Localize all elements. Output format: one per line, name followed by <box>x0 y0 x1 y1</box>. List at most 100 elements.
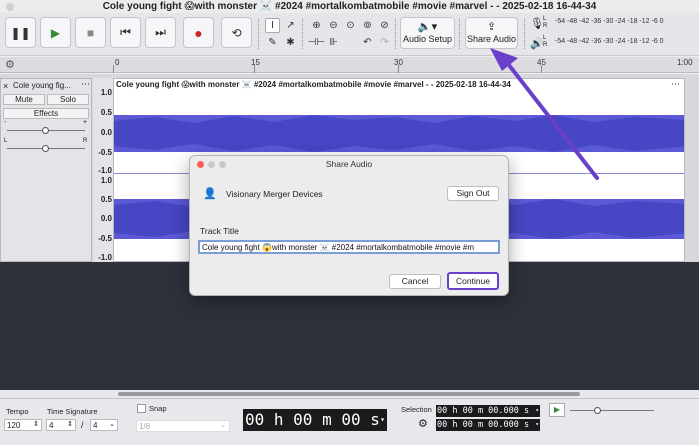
scrollbar-thumb[interactable] <box>118 392 580 396</box>
track-menu-icon[interactable]: ⋯ <box>81 79 90 90</box>
playback-speed-slider[interactable] <box>570 410 654 411</box>
skip-to-start-button[interactable]: ⏮ <box>110 17 141 48</box>
chevron-down-icon[interactable]: ▾ <box>380 409 385 431</box>
scale-label: 1.0 <box>100 88 112 97</box>
snap-value: 1/8 <box>139 422 151 431</box>
close-track-icon[interactable]: × <box>3 81 8 91</box>
play-button[interactable]: ▶ <box>40 17 71 48</box>
asterisk-icon: ✱ <box>286 37 295 48</box>
microphone-icon[interactable]: 🎙 <box>530 17 544 30</box>
track-name[interactable]: Cole young fig... <box>13 81 71 90</box>
track-control-panel: × Cole young fig... ⋯ Mute Solo Effects … <box>0 78 92 262</box>
tempo-input[interactable]: 120 ⇕ <box>4 419 42 431</box>
record-button[interactable]: ● <box>183 17 214 48</box>
pan-slider-knob[interactable] <box>42 145 49 152</box>
trim-icon: ⊣⊢ <box>307 37 326 48</box>
effects-button[interactable]: Effects <box>3 108 89 119</box>
trim-button[interactable]: ⊣⊢ <box>307 35 326 50</box>
zoom-toggle-icon: ⊘ <box>380 20 389 31</box>
play-icon: ▶ <box>553 405 561 414</box>
zoom-toggle-button[interactable]: ⊘ <box>377 18 392 33</box>
envelope-tool-button[interactable]: ↗ <box>283 18 298 33</box>
cancel-button[interactable]: Cancel <box>389 274 441 289</box>
play-at-speed-button[interactable]: ▶ <box>549 403 565 417</box>
gear-icon[interactable]: ⚙ <box>418 417 428 430</box>
selection-start-field[interactable]: 00 h 00 m 00.000 s ▾ <box>436 405 540 417</box>
playback-meter-scale[interactable]: -54 -48 -42 -36 -30 -24 -18 -12 -6 0 <box>555 38 664 45</box>
ruler-tick: 15 <box>251 58 260 67</box>
selection-toolbar: Tempo 120 ⇕ Time Signature 4 ⇕ / 4 ⌄ Sna… <box>0 398 699 445</box>
share-icon: ⇪ <box>486 21 497 33</box>
ruler-tick: 0 <box>115 58 120 67</box>
spinner-icon[interactable]: ⇕ <box>33 419 39 430</box>
time-display[interactable]: 00 h 00 m 00 s ▾ <box>243 409 387 431</box>
timeline-ruler[interactable]: ⚙ 0 15 30 45 1:00 <box>0 57 699 73</box>
undo-icon: ↶ <box>363 37 372 48</box>
gain-plus-label: + <box>83 119 88 126</box>
pause-button[interactable]: ❚❚ <box>5 17 36 48</box>
gear-icon[interactable]: ⚙ <box>5 58 15 71</box>
mute-button[interactable]: Mute <box>3 94 45 105</box>
share-audio-dialog: Share Audio 👤 Visionary Merger Devices S… <box>189 155 509 296</box>
redo-button[interactable]: ↷ <box>377 35 392 50</box>
horizontal-scrollbar[interactable] <box>0 390 699 398</box>
window-close-button[interactable] <box>6 3 14 11</box>
time-signature-numerator-value: 4 <box>49 421 54 430</box>
clip-name[interactable]: Cole young fight 😱with monster ☠️ #2024 … <box>116 80 511 89</box>
share-audio-button[interactable]: ⇪ Share Audio <box>465 17 518 49</box>
continue-button[interactable]: Continue <box>447 272 499 290</box>
silence-button[interactable]: ⊪ <box>326 35 341 50</box>
chevron-down-icon[interactable]: ⌄ <box>220 420 226 431</box>
skip-to-end-button[interactable]: ⏭ <box>145 17 176 48</box>
loop-icon: ⟲ <box>231 25 242 40</box>
pencil-icon: ✎ <box>268 37 277 48</box>
playback-meter-channel-l: L <box>543 35 547 41</box>
solo-button[interactable]: Solo <box>47 94 89 105</box>
snap-select[interactable]: 1/8 ⌄ <box>136 420 230 432</box>
chevron-down-icon[interactable]: ▾ <box>535 405 539 417</box>
clip-menu-icon[interactable]: ⋯ <box>671 79 680 90</box>
account-name: Visionary Merger Devices <box>226 189 323 199</box>
zoom-out-button[interactable]: ⊖ <box>326 18 341 33</box>
toolbar-grip[interactable] <box>459 19 462 49</box>
time-signature-numerator[interactable]: 4 ⇕ <box>46 419 76 431</box>
playback-meter-channel-r: R <box>543 42 548 48</box>
spinner-icon[interactable]: ⇕ <box>67 419 73 430</box>
zoom-in-icon: ⊕ <box>312 20 321 31</box>
play-icon: ▶ <box>50 25 61 40</box>
track-title-field[interactable] <box>198 240 500 254</box>
chevron-down-icon[interactable]: ⌄ <box>109 419 115 430</box>
zoom-in-button[interactable]: ⊕ <box>309 18 324 33</box>
record-meter-scale[interactable]: -54 -48 -42 -36 -30 -24 -18 -12 -6 0 <box>555 18 664 25</box>
pan-left-label: L <box>4 138 8 144</box>
time-signature-denominator[interactable]: 4 ⌄ <box>90 419 118 431</box>
toolbar-grip[interactable] <box>524 19 527 49</box>
multi-tool-button[interactable]: ✱ <box>283 35 298 50</box>
time-signature-label: Time Signature <box>47 407 98 416</box>
toolbar-grip[interactable] <box>258 19 261 49</box>
fit-project-button[interactable]: ⊚ <box>360 18 375 33</box>
toolbar-grip[interactable] <box>302 19 305 49</box>
snap-checkbox[interactable] <box>137 404 146 413</box>
ruler-tick: 45 <box>537 58 546 67</box>
i-beam-icon: I <box>271 20 274 31</box>
scale-label: -0.5 <box>98 148 112 157</box>
playback-speed-knob[interactable] <box>594 407 601 414</box>
scale-label: 1.0 <box>100 176 112 185</box>
gain-slider-knob[interactable] <box>42 127 49 134</box>
draw-tool-button[interactable]: ✎ <box>265 35 280 50</box>
toolbar-grip[interactable] <box>395 19 398 49</box>
loop-button[interactable]: ⟲ <box>221 17 252 48</box>
sign-out-button[interactable]: Sign Out <box>447 186 499 201</box>
chevron-down-icon[interactable]: ▾ <box>535 419 539 431</box>
speaker-meter-icon[interactable]: 🔊 <box>530 37 544 50</box>
silence-icon: ⊪ <box>329 37 338 48</box>
stop-button[interactable]: ■ <box>75 17 106 48</box>
stop-icon: ■ <box>86 25 95 40</box>
audio-setup-button[interactable]: 🔈▾ Audio Setup <box>400 17 455 49</box>
undo-button[interactable]: ↶ <box>360 35 375 50</box>
dialog-title: Share Audio <box>325 159 373 169</box>
selection-end-field[interactable]: 00 h 00 m 00.000 s ▾ <box>436 419 540 431</box>
selection-tool-button[interactable]: I <box>265 18 280 33</box>
fit-selection-button[interactable]: ⊙ <box>343 18 358 33</box>
